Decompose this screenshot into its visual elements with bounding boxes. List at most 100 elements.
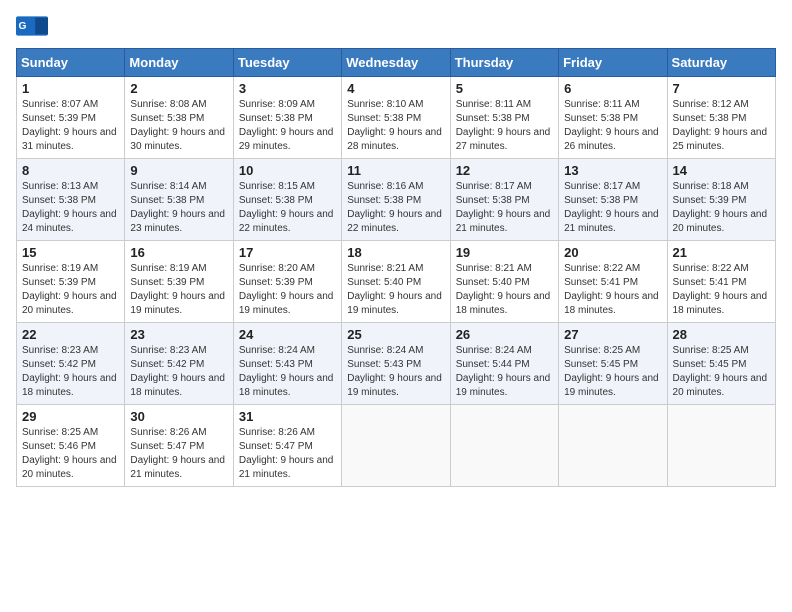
sunrise-label: Sunrise: 8:25 AM (564, 345, 640, 356)
calendar-day-cell: 5 Sunrise: 8:11 AM Sunset: 5:38 PM Dayli… (450, 77, 558, 159)
calendar-day-cell: 25 Sunrise: 8:24 AM Sunset: 5:43 PM Dayl… (342, 323, 450, 405)
calendar-week-row: 1 Sunrise: 8:07 AM Sunset: 5:39 PM Dayli… (17, 77, 776, 159)
day-info: Sunrise: 8:24 AM Sunset: 5:43 PM Dayligh… (239, 344, 336, 400)
calendar-day-cell: 23 Sunrise: 8:23 AM Sunset: 5:42 PM Dayl… (125, 323, 233, 405)
daylight-label: Daylight: 9 hours and 20 minutes. (22, 291, 117, 316)
daylight-label: Daylight: 9 hours and 19 minutes. (347, 373, 442, 398)
daylight-label: Daylight: 9 hours and 26 minutes. (564, 127, 659, 152)
day-info: Sunrise: 8:12 AM Sunset: 5:38 PM Dayligh… (673, 98, 770, 154)
day-number: 18 (347, 245, 444, 260)
day-number: 12 (456, 163, 553, 178)
calendar-day-cell: 9 Sunrise: 8:14 AM Sunset: 5:38 PM Dayli… (125, 159, 233, 241)
day-info: Sunrise: 8:08 AM Sunset: 5:38 PM Dayligh… (130, 98, 227, 154)
sunset-label: Sunset: 5:38 PM (130, 113, 204, 124)
day-info: Sunrise: 8:10 AM Sunset: 5:38 PM Dayligh… (347, 98, 444, 154)
daylight-label: Daylight: 9 hours and 21 minutes. (239, 455, 334, 480)
calendar-day-cell: 14 Sunrise: 8:18 AM Sunset: 5:39 PM Dayl… (667, 159, 775, 241)
sunset-label: Sunset: 5:38 PM (564, 113, 638, 124)
sunset-label: Sunset: 5:45 PM (564, 359, 638, 370)
sunset-label: Sunset: 5:38 PM (673, 113, 747, 124)
sunrise-label: Sunrise: 8:20 AM (239, 263, 315, 274)
sunrise-label: Sunrise: 8:25 AM (673, 345, 749, 356)
day-number: 7 (673, 81, 770, 96)
day-number: 4 (347, 81, 444, 96)
calendar-table: SundayMondayTuesdayWednesdayThursdayFrid… (16, 48, 776, 487)
sunrise-label: Sunrise: 8:24 AM (347, 345, 423, 356)
daylight-label: Daylight: 9 hours and 18 minutes. (22, 373, 117, 398)
daylight-label: Daylight: 9 hours and 20 minutes. (673, 373, 768, 398)
day-info: Sunrise: 8:25 AM Sunset: 5:45 PM Dayligh… (673, 344, 770, 400)
day-info: Sunrise: 8:17 AM Sunset: 5:38 PM Dayligh… (456, 180, 553, 236)
calendar-week-row: 15 Sunrise: 8:19 AM Sunset: 5:39 PM Dayl… (17, 241, 776, 323)
day-info: Sunrise: 8:22 AM Sunset: 5:41 PM Dayligh… (564, 262, 661, 318)
sunrise-label: Sunrise: 8:26 AM (239, 427, 315, 438)
weekday-header-sunday: Sunday (17, 49, 125, 77)
day-number: 6 (564, 81, 661, 96)
day-number: 15 (22, 245, 119, 260)
sunrise-label: Sunrise: 8:17 AM (456, 181, 532, 192)
sunrise-label: Sunrise: 8:21 AM (347, 263, 423, 274)
daylight-label: Daylight: 9 hours and 18 minutes. (564, 291, 659, 316)
calendar-day-cell: 7 Sunrise: 8:12 AM Sunset: 5:38 PM Dayli… (667, 77, 775, 159)
day-info: Sunrise: 8:24 AM Sunset: 5:43 PM Dayligh… (347, 344, 444, 400)
sunset-label: Sunset: 5:42 PM (130, 359, 204, 370)
calendar-header-row: SundayMondayTuesdayWednesdayThursdayFrid… (17, 49, 776, 77)
calendar-day-cell: 30 Sunrise: 8:26 AM Sunset: 5:47 PM Dayl… (125, 405, 233, 487)
daylight-label: Daylight: 9 hours and 27 minutes. (456, 127, 551, 152)
sunrise-label: Sunrise: 8:24 AM (456, 345, 532, 356)
sunrise-label: Sunrise: 8:22 AM (564, 263, 640, 274)
calendar-day-cell: 31 Sunrise: 8:26 AM Sunset: 5:47 PM Dayl… (233, 405, 341, 487)
day-info: Sunrise: 8:21 AM Sunset: 5:40 PM Dayligh… (456, 262, 553, 318)
calendar-day-cell: 10 Sunrise: 8:15 AM Sunset: 5:38 PM Dayl… (233, 159, 341, 241)
weekday-header-friday: Friday (559, 49, 667, 77)
day-number: 31 (239, 409, 336, 424)
weekday-header-saturday: Saturday (667, 49, 775, 77)
sunset-label: Sunset: 5:43 PM (239, 359, 313, 370)
day-number: 14 (673, 163, 770, 178)
daylight-label: Daylight: 9 hours and 22 minutes. (239, 209, 334, 234)
page-header: G (16, 16, 776, 38)
day-number: 20 (564, 245, 661, 260)
calendar-day-cell: 4 Sunrise: 8:10 AM Sunset: 5:38 PM Dayli… (342, 77, 450, 159)
daylight-label: Daylight: 9 hours and 18 minutes. (130, 373, 225, 398)
calendar-day-cell: 13 Sunrise: 8:17 AM Sunset: 5:38 PM Dayl… (559, 159, 667, 241)
calendar-day-cell: 11 Sunrise: 8:16 AM Sunset: 5:38 PM Dayl… (342, 159, 450, 241)
calendar-day-cell: 22 Sunrise: 8:23 AM Sunset: 5:42 PM Dayl… (17, 323, 125, 405)
daylight-label: Daylight: 9 hours and 21 minutes. (130, 455, 225, 480)
day-number: 2 (130, 81, 227, 96)
sunrise-label: Sunrise: 8:19 AM (130, 263, 206, 274)
sunset-label: Sunset: 5:39 PM (673, 195, 747, 206)
day-info: Sunrise: 8:25 AM Sunset: 5:46 PM Dayligh… (22, 426, 119, 482)
sunrise-label: Sunrise: 8:23 AM (22, 345, 98, 356)
day-info: Sunrise: 8:11 AM Sunset: 5:38 PM Dayligh… (456, 98, 553, 154)
day-info: Sunrise: 8:22 AM Sunset: 5:41 PM Dayligh… (673, 262, 770, 318)
logo: G (16, 16, 48, 38)
sunset-label: Sunset: 5:38 PM (130, 195, 204, 206)
day-info: Sunrise: 8:18 AM Sunset: 5:39 PM Dayligh… (673, 180, 770, 236)
sunset-label: Sunset: 5:38 PM (239, 195, 313, 206)
day-info: Sunrise: 8:13 AM Sunset: 5:38 PM Dayligh… (22, 180, 119, 236)
day-info: Sunrise: 8:23 AM Sunset: 5:42 PM Dayligh… (130, 344, 227, 400)
sunset-label: Sunset: 5:38 PM (456, 113, 530, 124)
daylight-label: Daylight: 9 hours and 20 minutes. (673, 209, 768, 234)
day-number: 1 (22, 81, 119, 96)
day-number: 11 (347, 163, 444, 178)
day-info: Sunrise: 8:17 AM Sunset: 5:38 PM Dayligh… (564, 180, 661, 236)
day-number: 10 (239, 163, 336, 178)
daylight-label: Daylight: 9 hours and 21 minutes. (564, 209, 659, 234)
day-number: 23 (130, 327, 227, 342)
calendar-day-cell: 1 Sunrise: 8:07 AM Sunset: 5:39 PM Dayli… (17, 77, 125, 159)
calendar-day-cell: 17 Sunrise: 8:20 AM Sunset: 5:39 PM Dayl… (233, 241, 341, 323)
day-number: 8 (22, 163, 119, 178)
sunset-label: Sunset: 5:39 PM (22, 113, 96, 124)
sunrise-label: Sunrise: 8:07 AM (22, 99, 98, 110)
day-number: 24 (239, 327, 336, 342)
day-number: 29 (22, 409, 119, 424)
sunset-label: Sunset: 5:47 PM (239, 441, 313, 452)
calendar-day-cell: 27 Sunrise: 8:25 AM Sunset: 5:45 PM Dayl… (559, 323, 667, 405)
weekday-header-thursday: Thursday (450, 49, 558, 77)
sunrise-label: Sunrise: 8:13 AM (22, 181, 98, 192)
sunrise-label: Sunrise: 8:15 AM (239, 181, 315, 192)
day-number: 13 (564, 163, 661, 178)
sunset-label: Sunset: 5:39 PM (22, 277, 96, 288)
